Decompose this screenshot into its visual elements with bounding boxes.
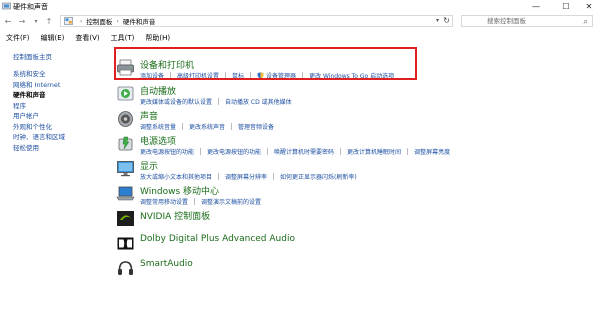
menu-bar: 文件(F) 编辑(E) 查看(V) 工具(T) 帮助(H) (0, 33, 600, 44)
nvidia-icon (117, 211, 134, 226)
chevron-right-icon: › (116, 17, 119, 25)
autoplay-icon (117, 86, 134, 101)
speaker-icon (118, 111, 133, 127)
search-input[interactable] (487, 17, 577, 25)
window-title: 硬件和声音 (13, 3, 48, 11)
sidebar-item-programs[interactable]: 程序 (13, 101, 99, 112)
sidebar-item-network-internet[interactable]: 网络和 Internet (13, 80, 99, 91)
highlight-annotation (114, 47, 417, 80)
sidebar-item-hardware-sound[interactable]: 硬件和声音 (13, 90, 99, 101)
mobility-center-icon (116, 186, 135, 201)
monitor-icon (117, 161, 134, 177)
sidebar-item-clock-region[interactable]: 时钟、语言和区域 (13, 132, 99, 143)
menu-tools[interactable]: 工具(T) (111, 33, 135, 44)
category-title[interactable]: Windows 移动中心 (140, 184, 219, 197)
menu-view[interactable]: 查看(V) (75, 33, 99, 44)
address-bar[interactable]: › 控制面板 › 硬件和声音 ▾ ↻ (60, 15, 453, 27)
power-icon (118, 136, 133, 151)
headphones-icon (118, 261, 133, 275)
address-dropdown-icon[interactable]: ▾ (436, 17, 439, 24)
breadcrumb-hardware-sound[interactable]: 硬件和声音 (123, 16, 156, 26)
sidebar: 控制面板主页 系统和安全 网络和 Internet 硬件和声音 程序 用户帐户 … (13, 51, 99, 153)
recent-dropdown-icon[interactable]: ▾ (31, 15, 41, 27)
category-title[interactable]: 显示 (140, 159, 158, 172)
title-bar: 硬件和声音 — ☐ ✕ (0, 0, 600, 12)
chevron-right-icon: › (80, 17, 83, 25)
sidebar-item-user-accounts[interactable]: 用户帐户 (13, 111, 99, 122)
category-title[interactable]: 声音 (140, 109, 158, 122)
maximize-button[interactable]: ☐ (555, 0, 577, 12)
control-panel-icon (64, 17, 73, 25)
address-row: ← → ▾ ↑ › 控制面板 › 硬件和声音 ▾ ↻ ⌕ (0, 14, 600, 28)
category-title[interactable]: 自动播放 (140, 84, 176, 97)
search-icon[interactable]: ⌕ (584, 17, 588, 27)
close-button[interactable]: ✕ (578, 0, 600, 12)
up-button[interactable]: ↑ (44, 15, 54, 27)
forward-button[interactable]: → (17, 15, 27, 27)
category-title[interactable]: Dolby Digital Plus Advanced Audio (140, 234, 295, 244)
dolby-icon (117, 237, 134, 250)
sidebar-item-appearance[interactable]: 外观和个性化 (13, 122, 99, 133)
menu-help[interactable]: 帮助(H) (145, 33, 170, 44)
menu-file[interactable]: 文件(F) (6, 33, 30, 44)
category-title[interactable]: SmartAudio (140, 259, 193, 269)
category-title[interactable]: 电源选项 (140, 134, 176, 147)
sidebar-item-system-security[interactable]: 系统和安全 (13, 69, 99, 80)
minimize-button[interactable]: — (525, 0, 547, 12)
sidebar-item-ease-of-access[interactable]: 轻松使用 (13, 143, 99, 154)
hardware-sound-icon (2, 2, 11, 10)
sidebar-home-link[interactable]: 控制面板主页 (13, 51, 99, 61)
back-button[interactable]: ← (3, 15, 13, 27)
refresh-icon[interactable]: ↻ (443, 16, 450, 25)
search-box[interactable]: ⌕ (461, 15, 593, 27)
breadcrumb-control-panel[interactable]: 控制面板 (86, 16, 112, 26)
menu-edit[interactable]: 编辑(E) (41, 33, 65, 44)
category-title[interactable]: NVIDIA 控制面板 (140, 209, 210, 222)
category-smartaudio: SmartAudio (113, 253, 573, 283)
